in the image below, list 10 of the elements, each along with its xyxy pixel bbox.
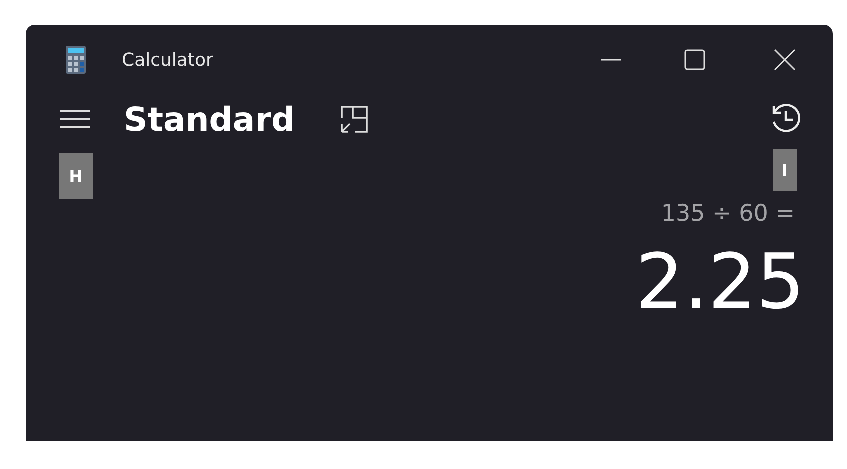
- close-icon: [774, 49, 796, 71]
- result-text: 2.25: [636, 237, 805, 326]
- window-title: Calculator: [122, 50, 214, 70]
- expression-text: 135 ÷ 60 =: [661, 201, 795, 227]
- key-tip: I: [773, 149, 797, 191]
- minimize-icon: [600, 58, 622, 62]
- mode-title: Standard: [124, 100, 296, 138]
- maximize-icon: [684, 49, 706, 71]
- key-tip: H: [59, 153, 93, 199]
- calculator-icon: [66, 46, 86, 74]
